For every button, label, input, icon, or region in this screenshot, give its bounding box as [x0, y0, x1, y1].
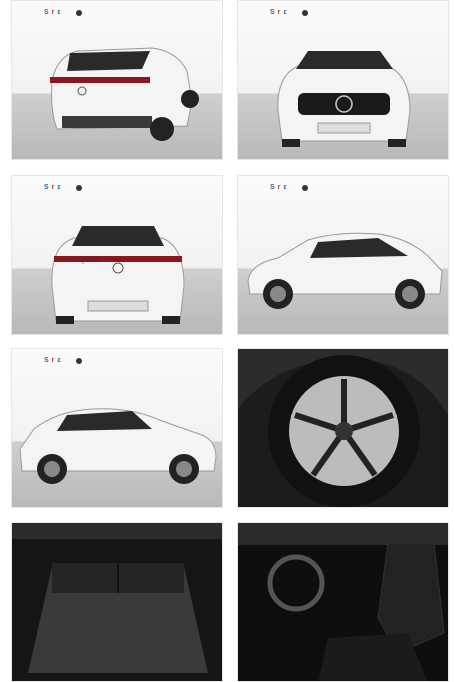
car-front-illustration	[277, 51, 411, 147]
photo-side-right[interactable]: S r ε	[11, 348, 223, 508]
photo-wheel-closeup[interactable]	[237, 348, 449, 508]
car-side-right-illustration	[19, 408, 217, 484]
photo-rear[interactable]: S r ε EQA 250	[11, 175, 223, 335]
car-side-left-illustration	[247, 232, 443, 309]
wheel-closeup-illustration	[238, 349, 448, 507]
car-rear-three-quarter-illustration	[50, 47, 199, 141]
seats-interior-illustration	[238, 523, 448, 681]
photo-rear-three-quarter[interactable]: S r ε	[11, 0, 223, 160]
photo-front-seats-interior[interactable]	[237, 522, 449, 682]
photo-front[interactable]: S r ε	[237, 0, 449, 160]
model-badge: EQA 250	[76, 258, 101, 264]
car-rear-illustration: EQA 250	[51, 226, 185, 324]
trunk-interior-illustration	[12, 523, 222, 681]
photo-side-left[interactable]: S r ε	[237, 175, 449, 335]
photo-trunk-interior[interactable]	[11, 522, 223, 682]
